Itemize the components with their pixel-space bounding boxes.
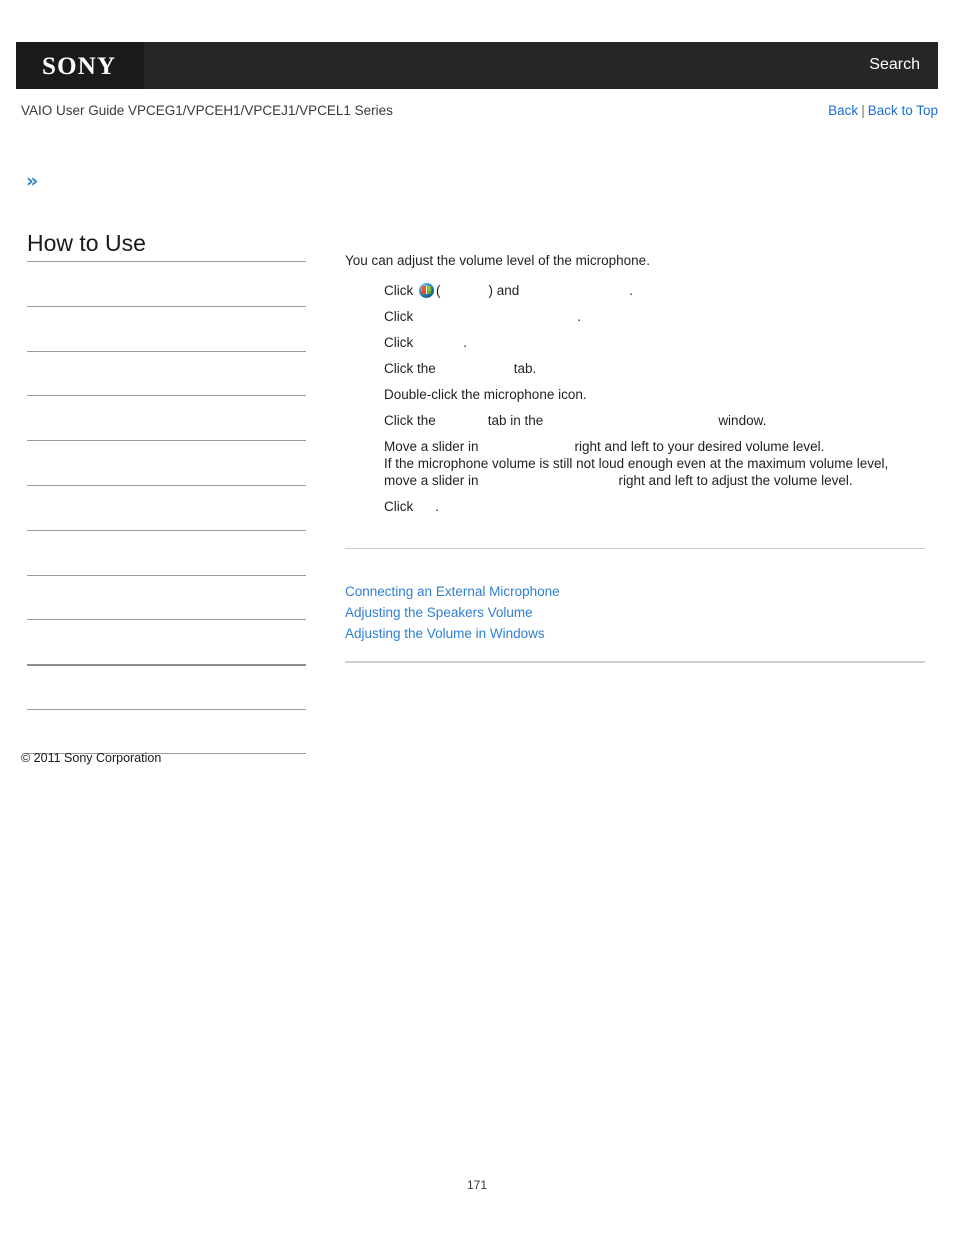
step-1-text-end: . <box>629 283 634 298</box>
sidebar-item-3[interactable] <box>27 350 306 396</box>
windows-start-orb-icon <box>419 283 435 298</box>
step-8-text-pre: Click <box>384 499 414 514</box>
step-5-text: Double-click the microphone icon. <box>384 387 587 402</box>
step-5: Double-click the microphone icon. <box>384 386 925 403</box>
sidebar-nav-list <box>27 261 306 754</box>
step-3: Click. <box>384 334 925 351</box>
step-8: Click. <box>384 498 925 515</box>
related-topics-list: Connecting an External Microphone Adjust… <box>345 581 925 644</box>
step-7-line-3: move a slider in right and left to adjust… <box>384 472 925 489</box>
step-7-text-pre: Move a slider in <box>384 439 479 454</box>
sidebar-item-2[interactable] <box>27 305 306 351</box>
step-7-line3-pre: move a slider in <box>384 473 479 488</box>
step-4-text-pre: Click the <box>384 361 436 376</box>
step-1-paren-open: ( <box>436 283 441 298</box>
double-chevron-right-icon[interactable]: » <box>26 172 42 191</box>
nav-separator: | <box>861 103 865 118</box>
step-4-text-end: tab. <box>513 361 537 376</box>
page-number: 171 <box>466 1178 488 1192</box>
related-link-adjusting-volume-in-windows[interactable]: Adjusting the Volume in Windows <box>345 623 925 644</box>
step-6-text-end: window. <box>718 413 767 428</box>
content-divider-top <box>345 548 925 549</box>
back-to-top-link[interactable]: Back to Top <box>868 103 938 118</box>
step-1: Click ( ) and. <box>384 282 925 299</box>
sidebar-item-11[interactable] <box>27 708 306 754</box>
step-7-text-end: right and left to your desired volume le… <box>574 439 825 454</box>
step-7-line3-end: right and left to adjust the volume leve… <box>618 473 853 488</box>
step-7-line-2: If the microphone volume is still not lo… <box>384 456 889 471</box>
step-8-text-end: . <box>435 499 440 514</box>
sidebar-item-4[interactable] <box>27 395 306 440</box>
site-header-bar: SONY Search <box>16 42 938 89</box>
step-3-text-pre: Click <box>384 335 414 350</box>
step-7: Move a slider in right and left to your d… <box>384 438 925 489</box>
guide-title: VAIO User Guide VPCEG1/VPCEH1/VPCEJ1/VPC… <box>21 103 393 118</box>
step-1-text-post: ) and <box>488 283 520 298</box>
step-1-text-pre: Click <box>384 283 414 298</box>
sidebar-item-6[interactable] <box>27 484 306 530</box>
back-link[interactable]: Back <box>828 103 858 118</box>
header-nav-links: Back | Back to Top <box>828 103 938 119</box>
step-6-text-pre: Click the <box>384 413 436 428</box>
step-7-line-1: Move a slider in right and left to your d… <box>384 438 925 455</box>
main-content: You can adjust the volume level of the m… <box>345 252 925 515</box>
sony-logo: SONY <box>42 53 117 80</box>
intro-paragraph: You can adjust the volume level of the m… <box>345 253 650 268</box>
sidebar-item-8[interactable] <box>27 574 306 620</box>
step-2: Click. <box>384 308 925 325</box>
search-link[interactable]: Search <box>869 56 920 74</box>
procedure-steps: Click ( ) and. Click. Click. Click the tab… <box>345 282 925 515</box>
step-3-text-end: . <box>463 335 468 350</box>
step-2-text-pre: Click <box>384 309 414 324</box>
related-link-adjusting-speakers-volume[interactable]: Adjusting the Speakers Volume <box>345 602 925 623</box>
step-6-text-mid: tab in the <box>487 413 544 428</box>
copyright-text: © 2011 Sony Corporation <box>21 751 162 765</box>
sidebar-item-7[interactable] <box>27 529 306 575</box>
step-4: Click the tab. <box>384 360 925 377</box>
sidebar-item-10[interactable] <box>27 664 306 709</box>
step-6: Click the tab in the window. <box>384 412 925 429</box>
sidebar-title: How to Use <box>27 230 146 256</box>
sidebar-item-9[interactable] <box>27 619 306 664</box>
step-2-text-end: . <box>577 309 582 324</box>
sidebar-item-1[interactable] <box>27 261 306 306</box>
sidebar-item-5[interactable] <box>27 440 306 485</box>
related-link-connecting-external-microphone[interactable]: Connecting an External Microphone <box>345 581 925 602</box>
content-divider-bottom <box>345 661 925 663</box>
